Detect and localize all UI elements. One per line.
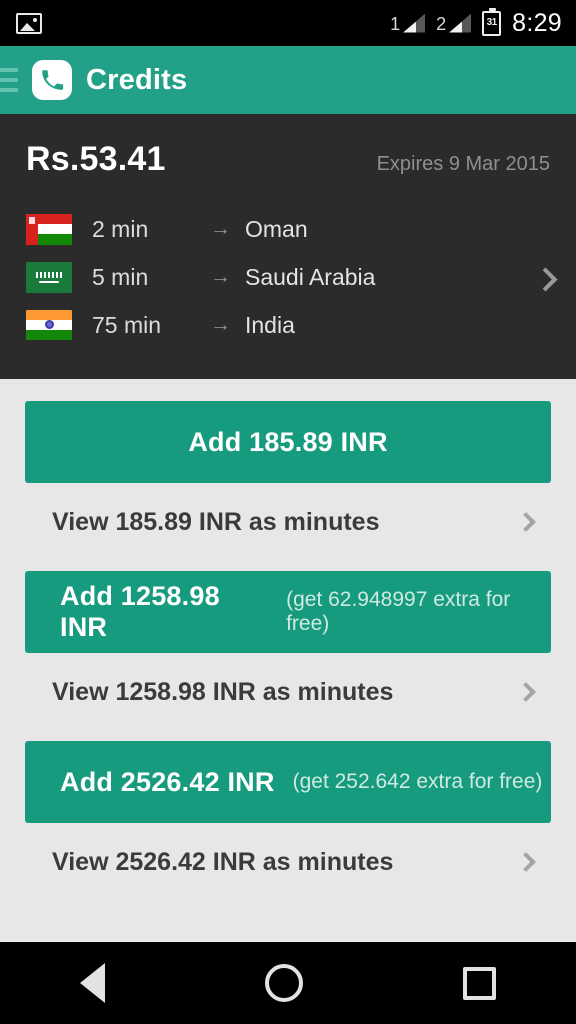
sim2-signal: 2 (436, 13, 472, 34)
view-as-minutes-label: View 2526.42 INR as minutes (52, 847, 394, 876)
phone-icon (32, 60, 72, 100)
status-bar: 1 2 31 8:29 (0, 0, 576, 46)
sim1-label: 1 (390, 13, 401, 34)
balance-expiry: Expires 9 Mar 2015 (376, 153, 550, 175)
arrow-right-icon: → (210, 265, 231, 288)
app-screen: 1 2 31 8:29 Credits Rs.53.41 Expires 9 M… (0, 0, 576, 1024)
add-credit-bonus: (get 252.642 extra for free) (292, 770, 543, 793)
minutes-value: 5 min (92, 263, 149, 290)
country-name: Saudi Arabia (245, 263, 376, 290)
oman-flag-icon (26, 213, 72, 245)
app-bar: Credits (0, 46, 576, 114)
add-credit-button[interactable]: Add 185.89 INR (25, 401, 551, 483)
signal-bars-icon (449, 13, 472, 33)
hamburger-menu-icon[interactable] (0, 68, 18, 92)
add-credit-label: Add 185.89 INR (188, 426, 388, 457)
arrow-right-icon: → (210, 313, 231, 336)
view-as-minutes-row[interactable]: View 185.89 INR as minutes (25, 483, 551, 561)
add-credit-button[interactable]: Add 2526.42 INR (get 252.642 extra for f… (25, 741, 551, 823)
chevron-right-icon (516, 852, 536, 872)
list-item[interactable]: 5 min → Saudi Arabia (26, 253, 550, 301)
list-item[interactable]: 75 min → India (26, 301, 550, 349)
minutes-value: 75 min (92, 311, 162, 338)
sim1-signal: 1 (390, 13, 426, 34)
battery-icon: 31 (482, 7, 502, 36)
balance-card: Rs.53.41 Expires 9 Mar 2015 2 min → Oman… (0, 114, 576, 379)
add-credit-label: Add 1258.98 INR (60, 581, 220, 642)
battery-level: 31 (486, 17, 498, 28)
chevron-right-icon (516, 682, 536, 702)
page-title: Credits (86, 63, 188, 96)
view-as-minutes-label: View 1258.98 INR as minutes (52, 677, 394, 706)
add-credit-label: Add 2526.42 INR (60, 766, 275, 797)
status-bar-right: 1 2 31 8:29 (390, 7, 562, 37)
offer-block: Add 2526.42 INR (get 252.642 extra for f… (25, 741, 551, 901)
country-name: Oman (245, 215, 308, 242)
saudi-arabia-flag-icon (26, 261, 72, 293)
home-circle-icon[interactable] (265, 964, 303, 1002)
arrow-right-icon: → (210, 217, 231, 240)
india-flag-icon (26, 309, 72, 341)
view-as-minutes-label: View 185.89 INR as minutes (52, 507, 380, 536)
list-item[interactable]: 2 min → Oman (26, 205, 550, 253)
android-navigation-bar (0, 942, 576, 1024)
balance-amount: Rs.53.41 (26, 140, 166, 178)
add-credit-button[interactable]: Add 1258.98 INR (get 62.948997 extra for… (25, 571, 551, 653)
add-credit-bonus: (get 62.948997 extra for free) (286, 588, 511, 635)
offers-list: Add 185.89 INR View 185.89 INR as minute… (0, 379, 576, 901)
country-name: India (245, 311, 295, 338)
recents-square-icon[interactable] (463, 966, 496, 1000)
sim2-label: 2 (436, 13, 447, 34)
country-minutes-list[interactable]: 2 min → Oman 5 min → Saudi Arabia 75 min (26, 205, 558, 349)
chevron-right-icon (516, 512, 536, 532)
offer-block: Add 185.89 INR View 185.89 INR as minute… (25, 401, 551, 561)
back-triangle-icon[interactable] (80, 963, 105, 1003)
status-bar-left (16, 12, 390, 34)
offer-block: Add 1258.98 INR (get 62.948997 extra for… (25, 571, 551, 731)
signal-bars-icon (403, 13, 426, 33)
view-as-minutes-row[interactable]: View 2526.42 INR as minutes (25, 823, 551, 901)
view-as-minutes-row[interactable]: View 1258.98 INR as minutes (25, 653, 551, 731)
balance-header: Rs.53.41 Expires 9 Mar 2015 (26, 140, 550, 179)
minutes-value: 2 min (92, 215, 149, 242)
status-bar-clock: 8:29 (512, 8, 562, 37)
photo-icon (16, 12, 42, 34)
